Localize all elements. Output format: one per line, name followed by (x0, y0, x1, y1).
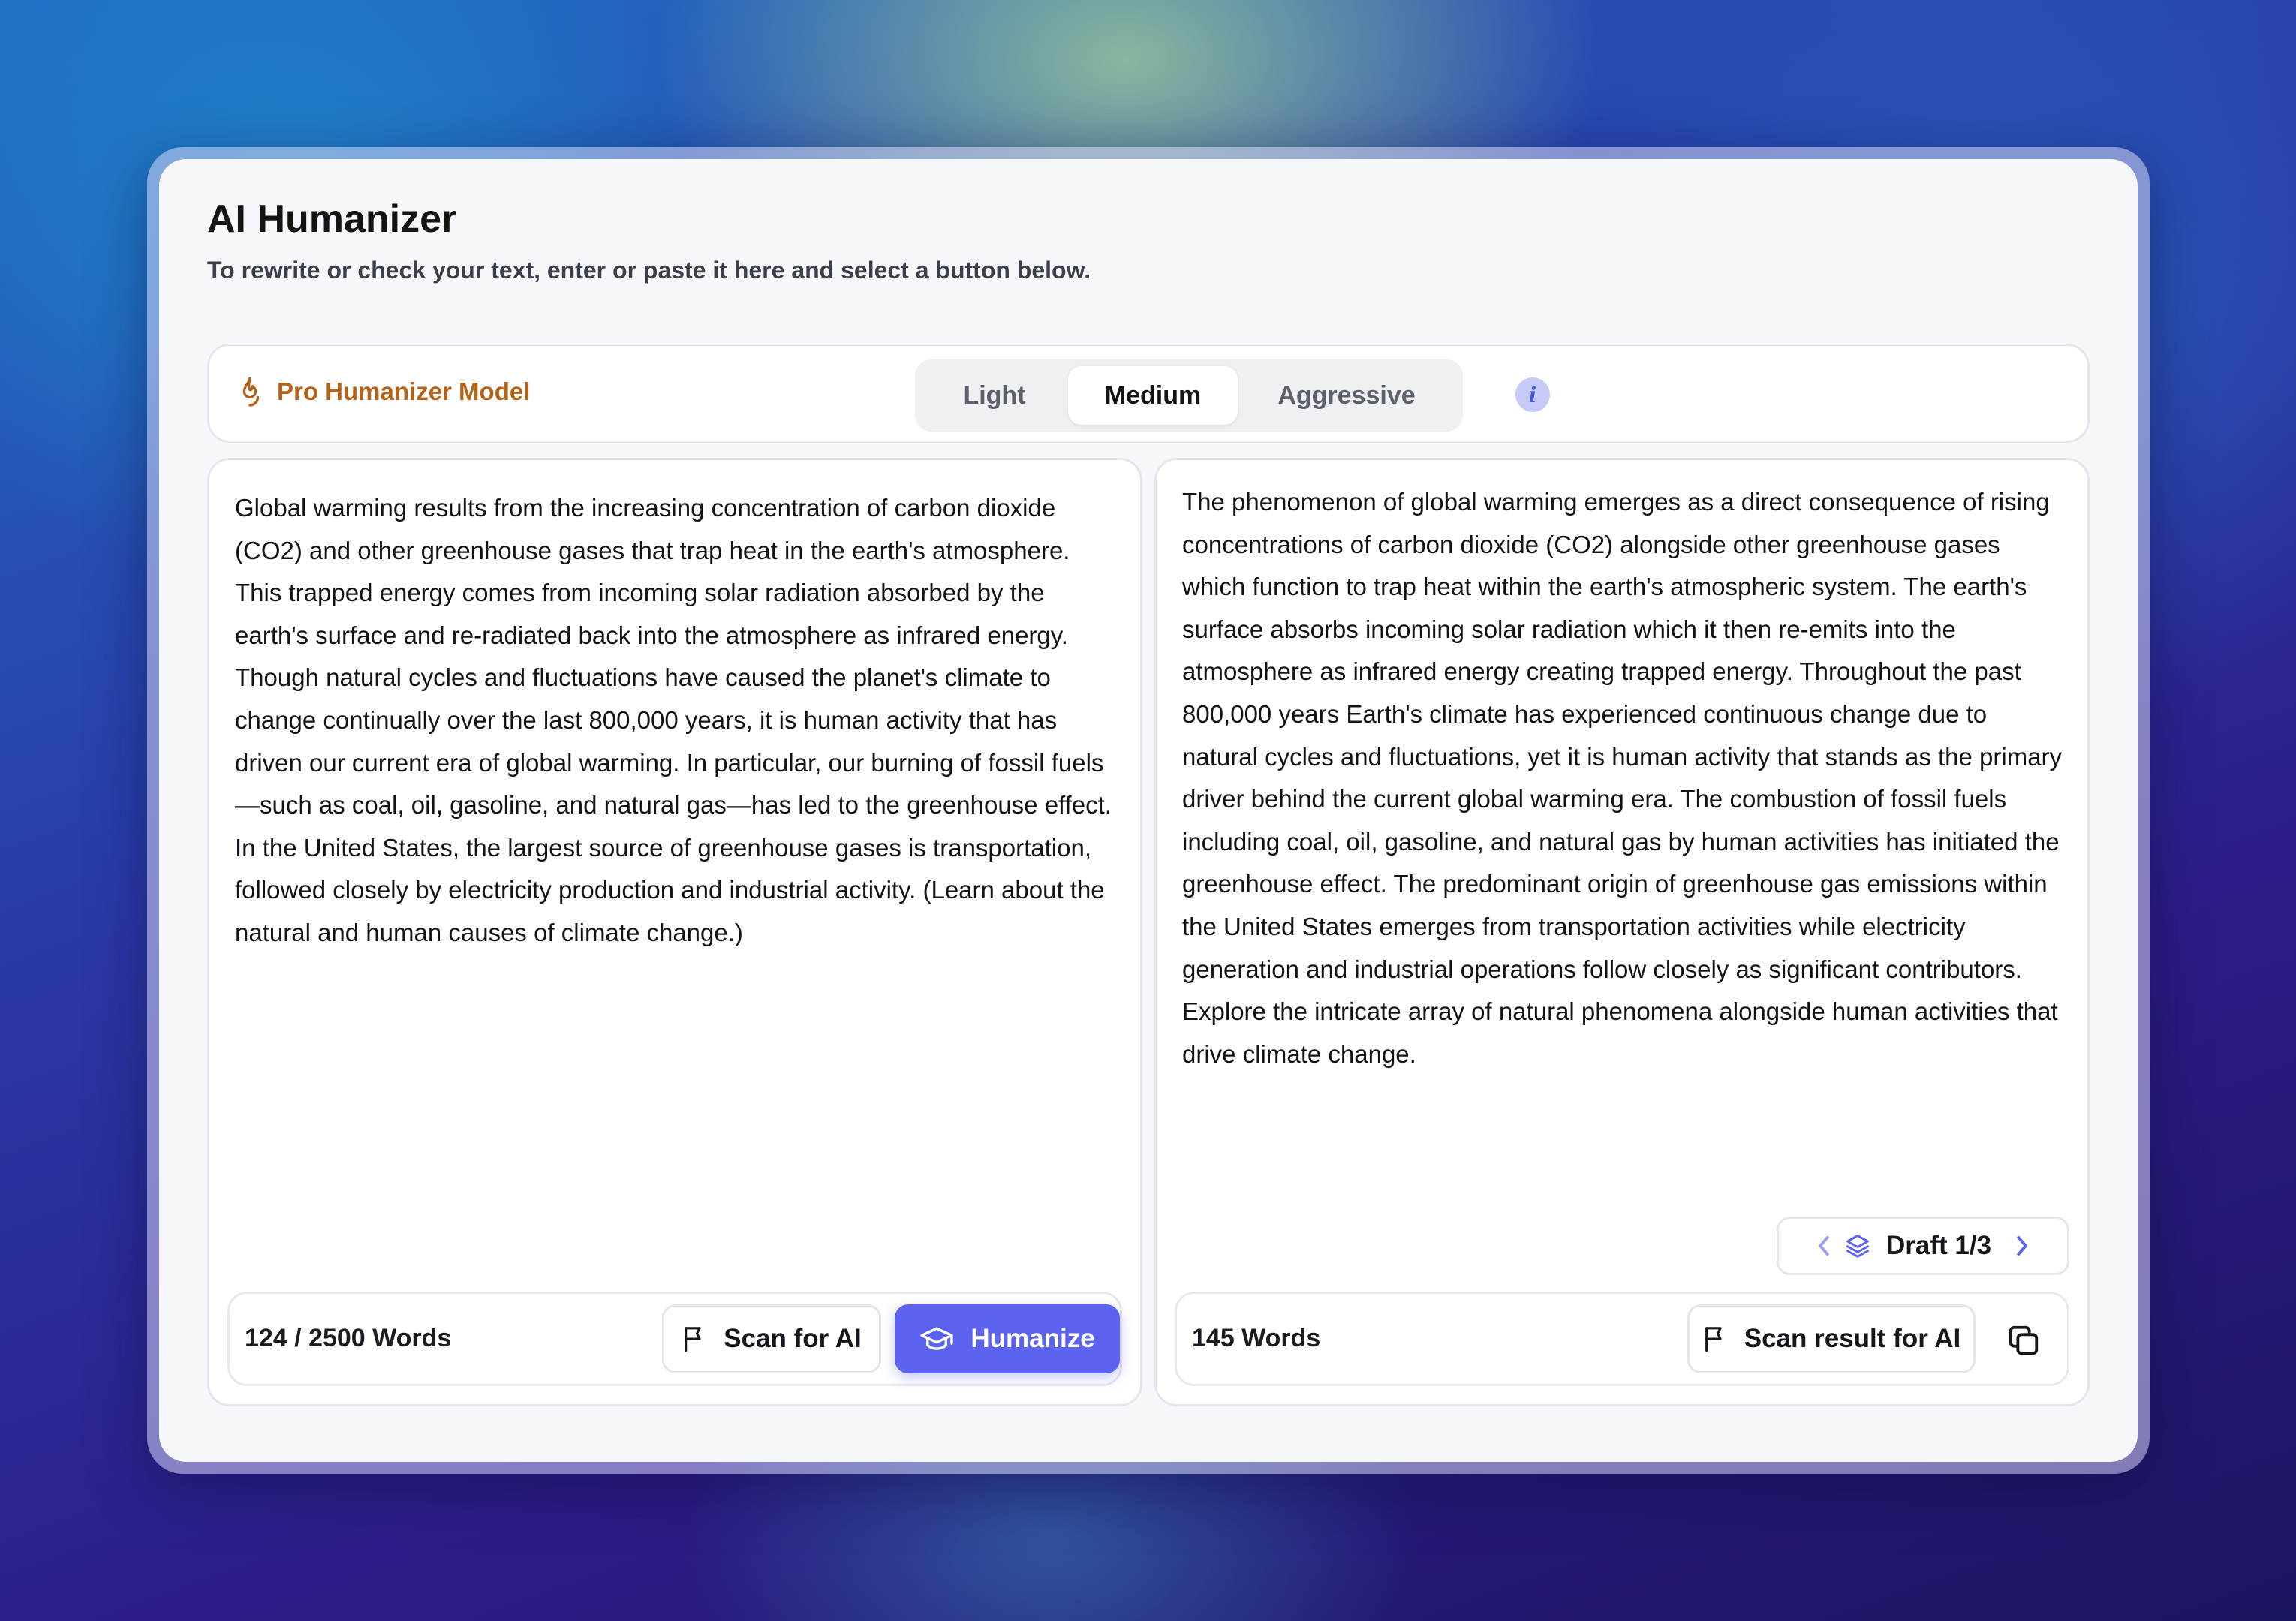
output-panel: The phenomenon of global warming emerges… (1154, 458, 2090, 1406)
scan-for-ai-label: Scan for AI (724, 1324, 862, 1353)
mode-segmented-control: Light Medium Aggressive (915, 359, 1463, 432)
draft-navigator: Draft 1/3 (1777, 1217, 2069, 1275)
output-word-count: 145 Words (1192, 1324, 1321, 1352)
flag-icon (682, 1325, 707, 1353)
layers-icon (1844, 1232, 1871, 1259)
page-subtitle: To rewrite or check your text, enter or … (207, 257, 1091, 284)
output-action-bar: 145 Words Scan result for AI (1175, 1292, 2069, 1386)
draft-label: Draft 1/3 (1885, 1231, 1992, 1260)
model-selector[interactable]: Pro Humanizer Model (236, 376, 530, 408)
scan-result-for-ai-button[interactable]: Scan result for AI (1687, 1304, 1976, 1373)
chevron-right-icon[interactable] (2014, 1234, 2030, 1258)
input-action-bar: 124 / 2500 Words Scan for AI Humanize (227, 1292, 1122, 1386)
mode-light-button[interactable]: Light (921, 366, 1068, 425)
mode-aggressive-button[interactable]: Aggressive (1238, 366, 1455, 425)
flag-icon (1702, 1325, 1728, 1353)
page-title: AI Humanizer (207, 197, 457, 241)
input-word-count: 124 / 2500 Words (245, 1324, 452, 1352)
humanize-label: Humanize (970, 1324, 1095, 1353)
humanizer-card: AI Humanizer To rewrite or check your te… (159, 159, 2138, 1462)
scan-for-ai-button[interactable]: Scan for AI (662, 1304, 881, 1373)
input-panel: Global warming results from the increasi… (207, 458, 1142, 1406)
humanize-button[interactable]: Humanize (895, 1304, 1120, 1373)
flame-icon (236, 376, 263, 408)
model-label: Pro Humanizer Model (277, 377, 531, 405)
mode-toolbar: Pro Humanizer Model Light Medium Aggress… (207, 344, 2090, 443)
output-text: The phenomenon of global warming emerges… (1182, 488, 2063, 1068)
copy-icon (2006, 1323, 2041, 1358)
scan-result-label: Scan result for AI (1744, 1324, 1961, 1353)
chevron-left-icon[interactable] (1816, 1234, 1832, 1258)
info-icon[interactable]: i (1515, 377, 1550, 412)
mode-medium-button[interactable]: Medium (1068, 366, 1238, 425)
input-textarea[interactable]: Global warming results from the increasi… (235, 487, 1118, 955)
copy-button[interactable] (1994, 1310, 2054, 1370)
graduation-cap-icon (919, 1325, 954, 1353)
